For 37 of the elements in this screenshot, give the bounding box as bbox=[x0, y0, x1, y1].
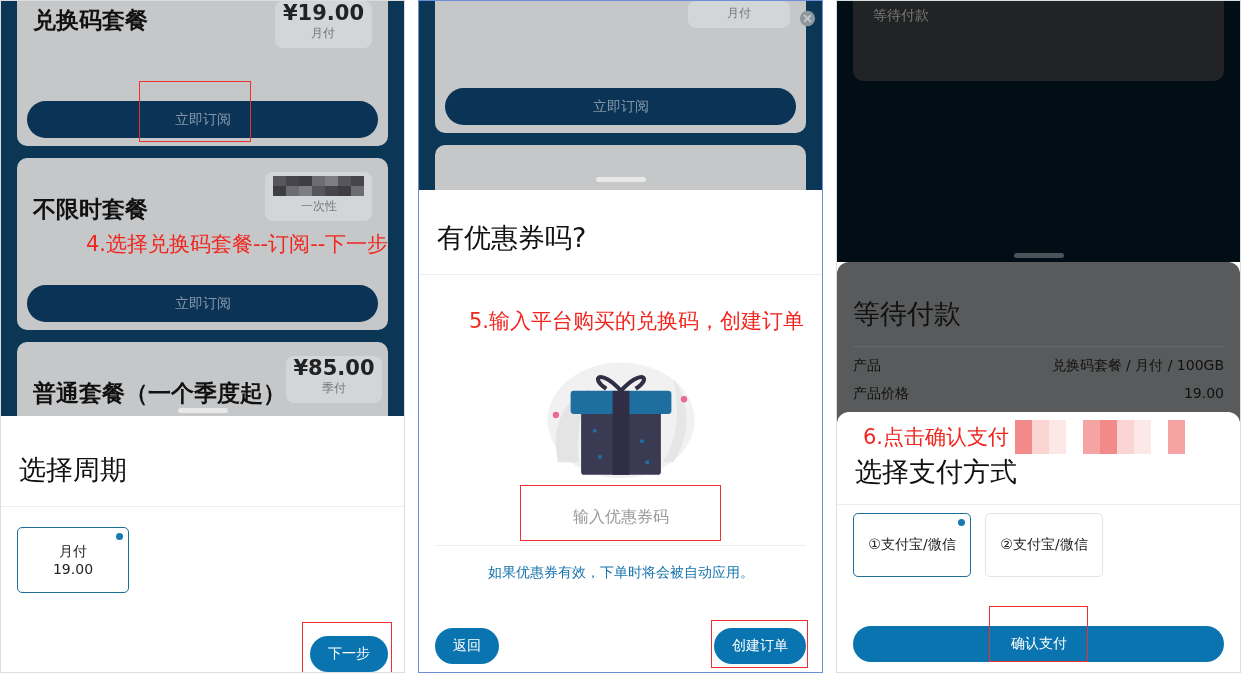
sheet-title: 选择周期 bbox=[1, 416, 404, 507]
cycle-option[interactable]: 月付 19.00 bbox=[17, 527, 129, 593]
plan-name: 普通套餐（一个季度起） bbox=[33, 379, 286, 408]
plan-period: 月付 bbox=[727, 5, 751, 22]
plan-price: ¥19.00 bbox=[282, 1, 364, 25]
row-value: 19.00 bbox=[1183, 385, 1224, 403]
sheet-handle[interactable] bbox=[1013, 253, 1064, 258]
subscribe-button[interactable]: 立即订阅 bbox=[445, 88, 796, 125]
row-label: 产品 bbox=[853, 357, 881, 375]
plan-price: ¥85.00 bbox=[293, 356, 375, 380]
plan-period: 季付 bbox=[322, 380, 346, 397]
confirm-payment-button[interactable]: 确认支付 bbox=[853, 626, 1224, 662]
sheet-title: 有优惠券吗? bbox=[419, 190, 822, 275]
sheet-handle[interactable] bbox=[177, 408, 228, 413]
close-icon[interactable] bbox=[799, 10, 816, 27]
subscribe-button[interactable]: 立即订阅 bbox=[27, 101, 378, 138]
row-label: 产品价格 bbox=[853, 385, 909, 403]
sheet-handle[interactable] bbox=[595, 177, 646, 182]
annotation-text: 4.选择兑换码套餐--订阅--下一步 bbox=[86, 231, 389, 258]
payment-option[interactable]: ②支付宝/微信 bbox=[985, 513, 1103, 577]
plan-period: 月付 bbox=[311, 25, 336, 42]
plan-name: 不限时套餐 bbox=[33, 195, 148, 224]
coupon-note: 如果优惠券有效，下单时将会被自动应用。 bbox=[486, 563, 755, 582]
coupon-field[interactable]: 输入优惠券码 bbox=[520, 493, 721, 541]
subscribe-button[interactable]: 立即订阅 bbox=[27, 285, 378, 322]
status-text: 等待付款 bbox=[873, 7, 929, 23]
next-button[interactable]: 下一步 bbox=[310, 636, 388, 672]
plan-name: 兑换码套餐 bbox=[33, 6, 148, 35]
annotation-text: 5.输入平台购买的兑换码，创建订单 bbox=[469, 308, 806, 335]
payment-option[interactable]: ①支付宝/微信 bbox=[853, 513, 971, 577]
plan-period: 一次性 bbox=[300, 198, 337, 215]
row-value: 兑换码套餐 / 月付 / 100GB bbox=[1051, 357, 1224, 375]
sheet-title: 选择支付方式 bbox=[837, 454, 1240, 505]
create-order-button[interactable]: 创建订单 bbox=[714, 628, 806, 664]
annotation-text: 6.点击确认支付 bbox=[863, 424, 1010, 451]
sheet-title: 等待付款 bbox=[853, 262, 1224, 347]
back-button[interactable]: 返回 bbox=[435, 628, 499, 664]
